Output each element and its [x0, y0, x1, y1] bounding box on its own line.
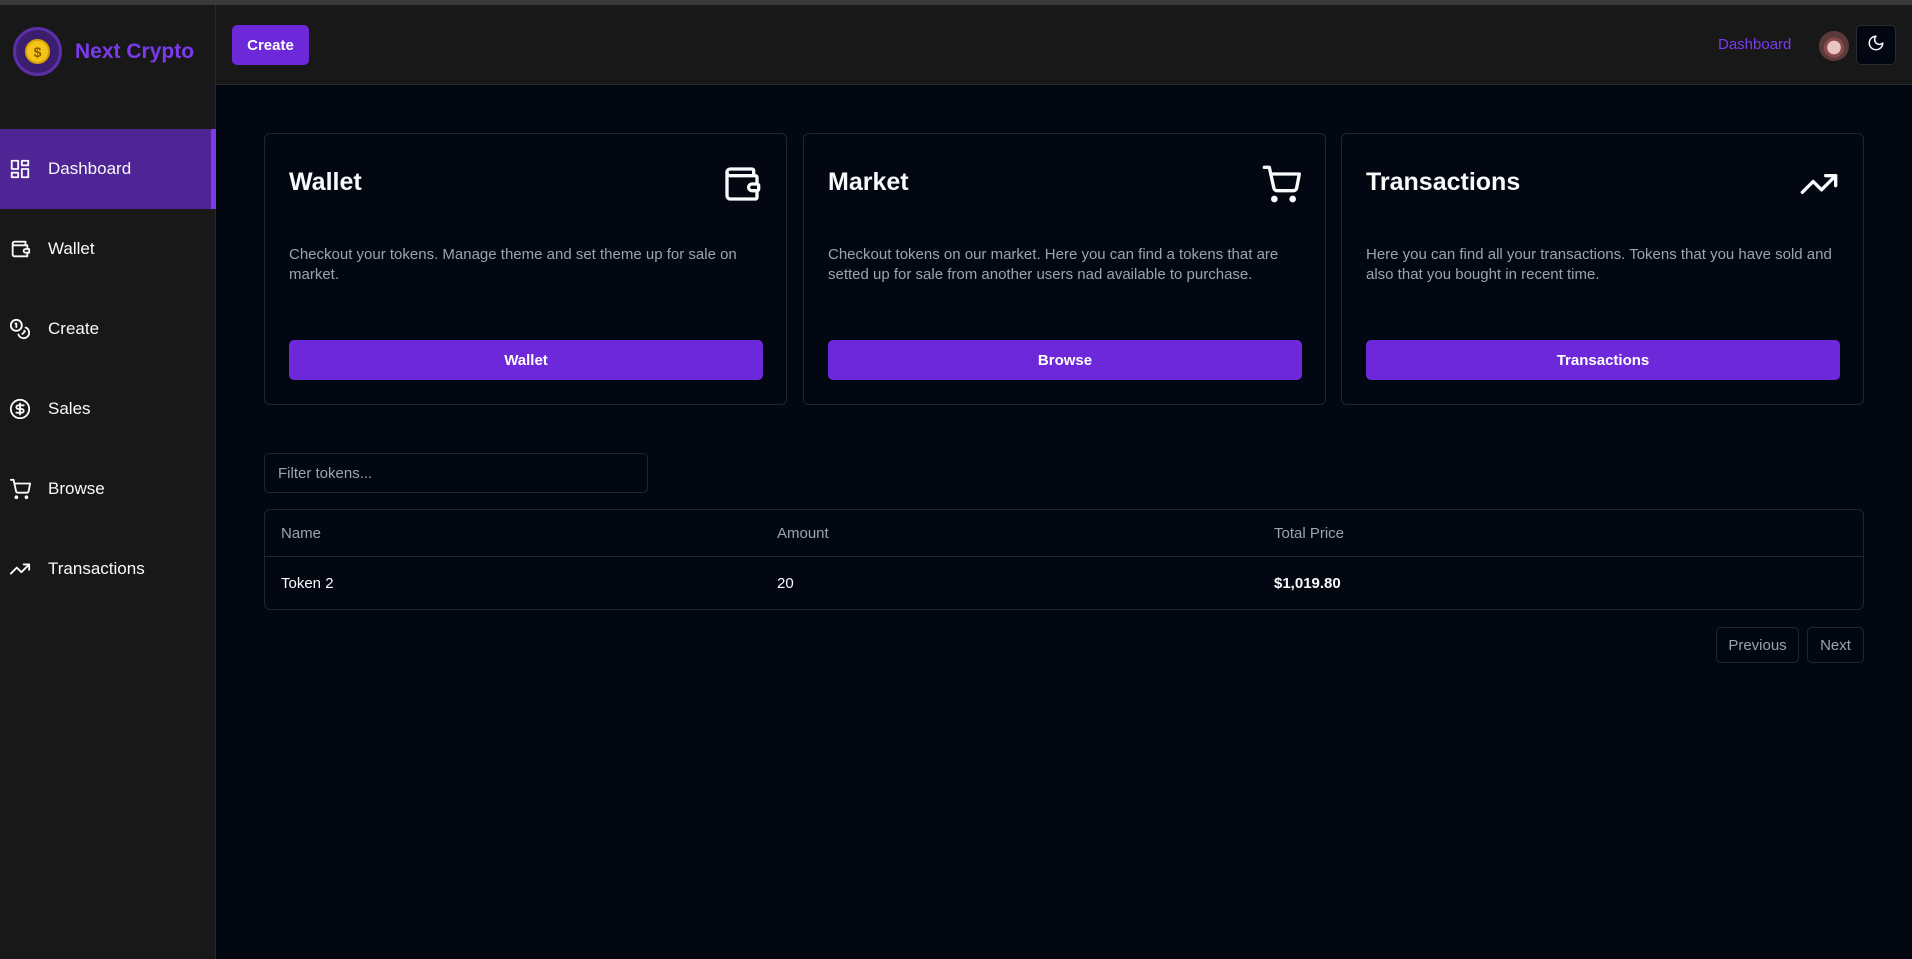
sidebar-item-label: Sales — [48, 399, 91, 418]
column-header-amount[interactable]: Amount — [777, 525, 829, 542]
token-amount-cell: 20 — [777, 574, 794, 592]
sidebar-item-dashboard[interactable]: Dashboard — [0, 129, 216, 209]
transactions-card: Transactions Here you can find all your … — [1341, 133, 1864, 405]
card-description: Here you can find all your transactions.… — [1366, 246, 1832, 283]
brand[interactable]: $ Next Crypto — [13, 27, 194, 76]
column-header-total-price[interactable]: Total Price — [1274, 525, 1344, 542]
theme-toggle-button[interactable] — [1856, 25, 1896, 65]
trending-up-icon — [9, 558, 31, 580]
top-header: Create Dashboard — [216, 5, 1912, 85]
table-row[interactable]: Token 2 20 $1,019.80 — [265, 557, 1863, 609]
sidebar-item-browse[interactable]: Browse — [0, 449, 216, 529]
sidebar-item-transactions[interactable]: Transactions — [0, 529, 216, 609]
dashboard-link[interactable]: Dashboard — [1718, 36, 1791, 53]
wallet-button[interactable]: Wallet — [289, 340, 763, 380]
dashboard-icon — [9, 158, 31, 180]
previous-page-button[interactable]: Previous — [1716, 627, 1799, 663]
browse-button[interactable]: Browse — [828, 340, 1302, 380]
create-button[interactable]: Create — [232, 25, 309, 65]
wallet-icon — [9, 238, 31, 260]
wallet-icon — [722, 164, 762, 204]
logo-icon: $ — [13, 27, 62, 76]
sidebar-item-label: Browse — [48, 479, 105, 498]
token-total-price-cell: $1,019.80 — [1274, 574, 1341, 592]
sidebar-item-label: Transactions — [48, 559, 145, 578]
card-title: Wallet — [289, 168, 362, 196]
card-title: Transactions — [1366, 168, 1521, 196]
cart-icon — [9, 478, 31, 500]
sidebar: $ Next Crypto Dashboard Wallet Create Sa… — [0, 5, 216, 959]
token-name-cell: Token 2 — [281, 574, 334, 592]
dollar-circle-icon — [9, 398, 31, 420]
coins-icon — [9, 318, 31, 340]
sidebar-item-wallet[interactable]: Wallet — [0, 209, 216, 289]
table-header: Name Amount Total Price — [265, 510, 1863, 557]
tokens-table: Name Amount Total Price Token 2 20 $1,01… — [264, 509, 1864, 610]
column-header-name[interactable]: Name — [281, 525, 321, 542]
sidebar-item-label: Wallet — [48, 239, 95, 258]
avatar[interactable] — [1819, 31, 1849, 61]
card-title: Market — [828, 168, 909, 196]
coin-icon: $ — [25, 39, 50, 64]
brand-name: Next Crypto — [75, 39, 195, 63]
sidebar-item-create[interactable]: Create — [0, 289, 216, 369]
sidebar-nav: Dashboard Wallet Create Sales Browse Tra… — [0, 129, 216, 609]
wallet-card: Wallet Checkout your tokens. Manage them… — [264, 133, 787, 405]
transactions-button[interactable]: Transactions — [1366, 340, 1840, 380]
card-description: Checkout your tokens. Manage theme and s… — [289, 246, 737, 283]
sidebar-item-label: Dashboard — [48, 159, 132, 178]
filter-tokens-input[interactable] — [264, 453, 648, 493]
card-description: Checkout tokens on our market. Here you … — [828, 246, 1279, 283]
market-card: Market Checkout tokens on our market. He… — [803, 133, 1326, 405]
moon-icon — [1867, 34, 1885, 57]
sidebar-item-sales[interactable]: Sales — [0, 369, 216, 449]
next-page-button[interactable]: Next — [1807, 627, 1864, 663]
cart-icon — [1261, 164, 1301, 204]
trending-up-icon — [1799, 164, 1839, 204]
sidebar-item-label: Create — [48, 319, 100, 338]
